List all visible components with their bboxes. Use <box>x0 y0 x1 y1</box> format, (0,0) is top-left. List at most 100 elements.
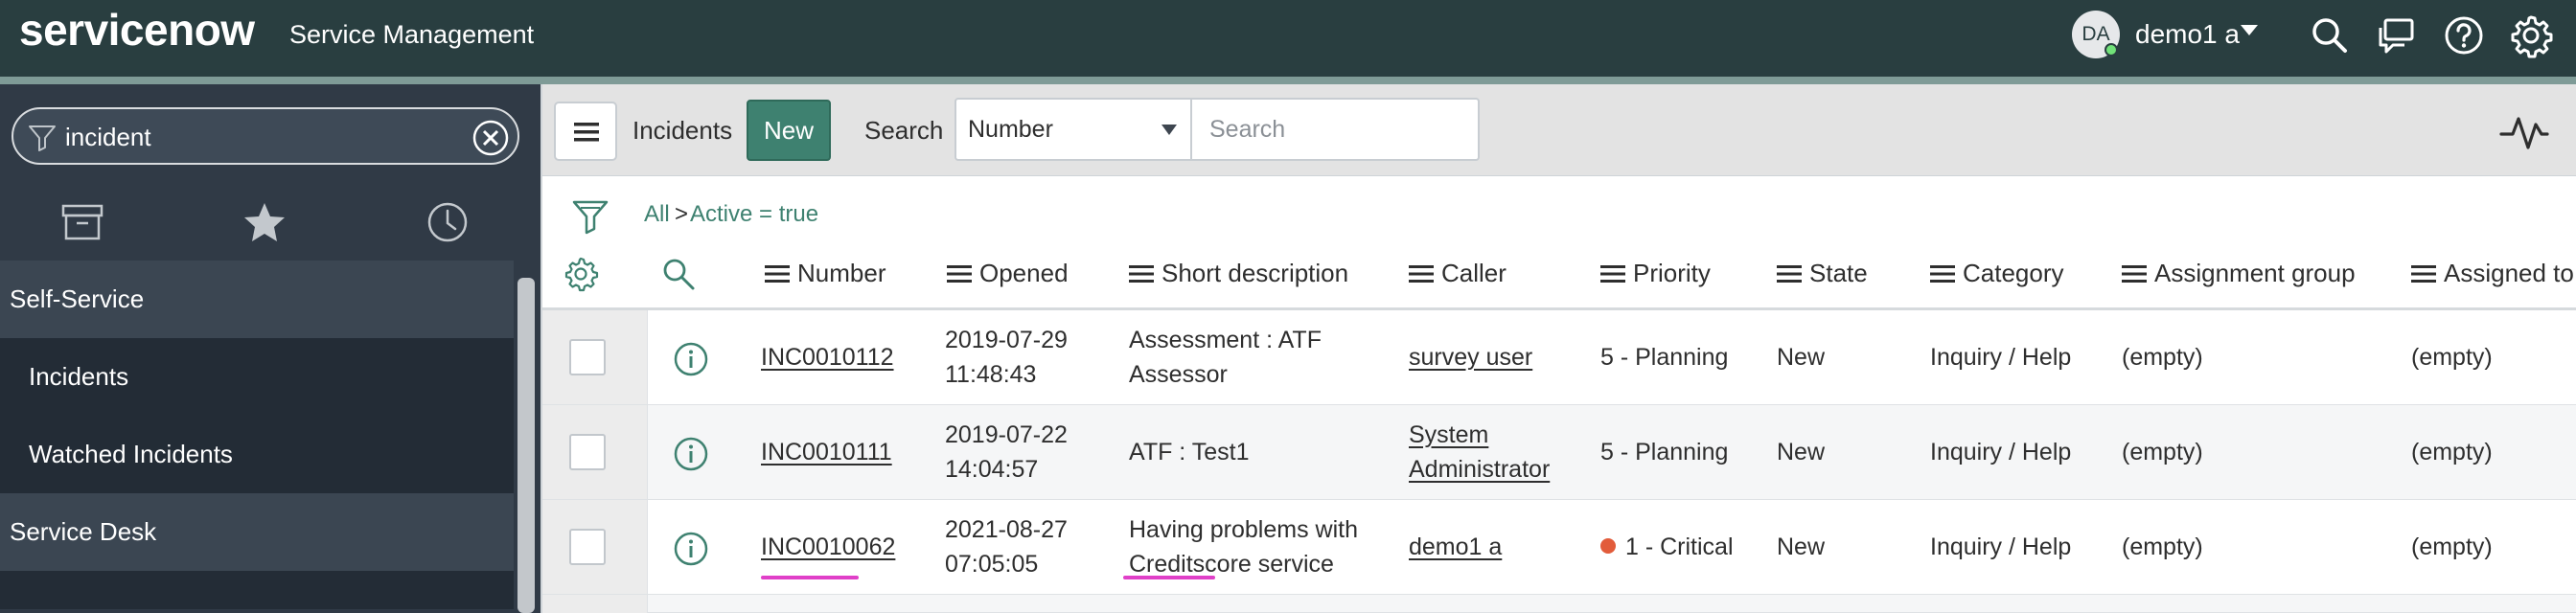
row-select-cell <box>542 405 648 499</box>
module-self-service[interactable]: Self-Service <box>0 261 514 338</box>
column-priority[interactable]: Priority <box>1600 259 1711 288</box>
column-assignment-group[interactable]: Assignment group <box>2122 259 2356 288</box>
search-field-select[interactable]: Number <box>954 98 1192 161</box>
caller-link-cont[interactable]: Administrator <box>1409 452 1550 487</box>
archive-icon[interactable] <box>54 197 111 247</box>
gear-icon[interactable] <box>562 255 600 293</box>
list-menu-button[interactable] <box>554 102 617 161</box>
incident-number-link[interactable]: INC0010112 <box>761 340 894 375</box>
activity-stream-icon[interactable] <box>2497 105 2551 155</box>
priority-value: 5 - Planning <box>1600 344 1729 371</box>
column-menu-icon[interactable] <box>2122 264 2147 284</box>
navigator-filter-input[interactable] <box>65 119 468 155</box>
nav-item-partial <box>0 571 514 609</box>
incident-number-link[interactable]: INC0010111 <box>761 435 892 469</box>
chat-icon[interactable] <box>2373 11 2421 59</box>
assignment-group-value: (empty) <box>2122 344 2203 371</box>
column-caller[interactable]: Caller <box>1409 259 1506 288</box>
nav-item-incidents[interactable]: Incidents <box>0 338 514 416</box>
column-number[interactable]: Number <box>765 259 886 288</box>
column-assigned-to[interactable]: Assigned to <box>2411 259 2574 288</box>
help-icon[interactable] <box>2440 11 2488 59</box>
column-short-description[interactable]: Short description <box>1129 259 1348 288</box>
short-description-cont: Assessor <box>1129 361 1228 388</box>
caller-link[interactable]: System <box>1409 418 1488 452</box>
column-opened[interactable]: Opened <box>947 259 1069 288</box>
star-icon[interactable] <box>236 197 293 247</box>
navigator-filter[interactable] <box>12 107 519 165</box>
table-row[interactable]: INC0010062 2021-08-27 07:05:05 Having pr… <box>542 500 2576 595</box>
state-value: New <box>1777 534 1826 560</box>
table-row[interactable]: INC0010112 2019-07-29 11:48:43 Assessmen… <box>542 310 2576 405</box>
opened-date: 2021-08-27 <box>945 516 1068 543</box>
column-state[interactable]: State <box>1777 259 1868 288</box>
spellcheck-underline <box>761 576 859 579</box>
nav-item-watched-incidents[interactable]: Watched Incidents <box>0 416 514 493</box>
filter-icon[interactable] <box>571 197 610 236</box>
column-label: Assignment group <box>2154 259 2356 287</box>
column-category[interactable]: Category <box>1930 259 2064 288</box>
short-description: ATF : Test1 <box>1129 439 1250 465</box>
spellcheck-underline <box>1123 576 1215 579</box>
breadcrumb-condition[interactable]: Active = true <box>690 201 818 228</box>
column-menu-icon[interactable] <box>1409 264 1434 284</box>
incident-number-link[interactable]: INC0010062 <box>761 530 895 564</box>
list-search-input[interactable] <box>1192 98 1480 161</box>
search-icon[interactable] <box>659 255 698 293</box>
search-field-value: Number <box>968 116 1053 143</box>
critical-priority-dot <box>1600 538 1616 554</box>
assignment-group-value: (empty) <box>2122 534 2203 560</box>
table-row-partial <box>542 595 2576 613</box>
module-service-desk[interactable]: Service Desk <box>0 493 514 571</box>
row-checkbox[interactable] <box>569 434 606 470</box>
column-menu-icon[interactable] <box>2411 264 2436 284</box>
row-select-cell <box>542 595 648 613</box>
priority-label: 1 - Critical <box>1625 534 1734 560</box>
chevron-down-icon[interactable] <box>2241 25 2258 35</box>
column-menu-icon[interactable] <box>1129 264 1154 284</box>
column-menu-icon[interactable] <box>947 264 972 284</box>
caller-link[interactable]: demo1 a <box>1409 530 1502 564</box>
banner-accent-bar <box>0 77 2576 84</box>
presence-indicator <box>2104 43 2118 57</box>
navigator-scrollbar[interactable] <box>518 278 535 613</box>
opened-date: 2019-07-29 <box>945 327 1068 353</box>
navigator-menu: Self-Service Incidents Watched Incidents… <box>0 261 514 609</box>
table-row[interactable]: INC0010111 2019-07-22 14:04:57 ATF : Tes… <box>542 405 2576 500</box>
opened-time: 07:05:05 <box>945 551 1039 578</box>
info-icon[interactable] <box>673 531 709 567</box>
column-menu-icon[interactable] <box>765 264 790 284</box>
breadcrumb-all[interactable]: All <box>644 201 670 228</box>
search-icon[interactable] <box>2306 11 2354 59</box>
column-menu-icon[interactable] <box>1600 264 1625 284</box>
new-button[interactable]: New <box>747 100 831 161</box>
column-header-row: Number Opened Short description Caller P… <box>542 236 2576 310</box>
servicenow-logo[interactable]: servicenow <box>19 4 255 56</box>
application-navigator: Self-Service Incidents Watched Incidents… <box>0 84 540 613</box>
gear-icon[interactable] <box>2507 11 2555 59</box>
info-icon[interactable] <box>673 436 709 472</box>
assigned-to-value: (empty) <box>2411 344 2493 371</box>
info-icon[interactable] <box>673 341 709 377</box>
column-menu-icon[interactable] <box>1930 264 1955 284</box>
row-checkbox[interactable] <box>569 529 606 565</box>
column-label: Opened <box>979 259 1069 287</box>
row-checkbox[interactable] <box>569 339 606 375</box>
column-label: Category <box>1963 259 2064 287</box>
top-banner: servicenow Service Management DA demo1 a <box>0 0 2576 77</box>
assignment-group-value: (empty) <box>2122 439 2203 465</box>
column-menu-icon[interactable] <box>1777 264 1802 284</box>
user-menu-name[interactable]: demo1 a <box>2135 19 2240 50</box>
column-label: Number <box>797 259 886 287</box>
priority-value: 1 - Critical <box>1600 530 1734 564</box>
category-value: Inquiry / Help <box>1930 439 2072 465</box>
priority-value: 5 - Planning <box>1600 439 1729 465</box>
history-icon[interactable] <box>419 197 476 247</box>
assigned-to-value: (empty) <box>2411 439 2493 465</box>
row-select-cell <box>542 310 648 404</box>
search-label: Search <box>864 116 944 145</box>
row-select-cell <box>542 500 648 594</box>
caller-link[interactable]: survey user <box>1409 340 1532 375</box>
clear-filter-icon[interactable] <box>472 119 510 157</box>
list-title: Incidents <box>632 116 733 145</box>
